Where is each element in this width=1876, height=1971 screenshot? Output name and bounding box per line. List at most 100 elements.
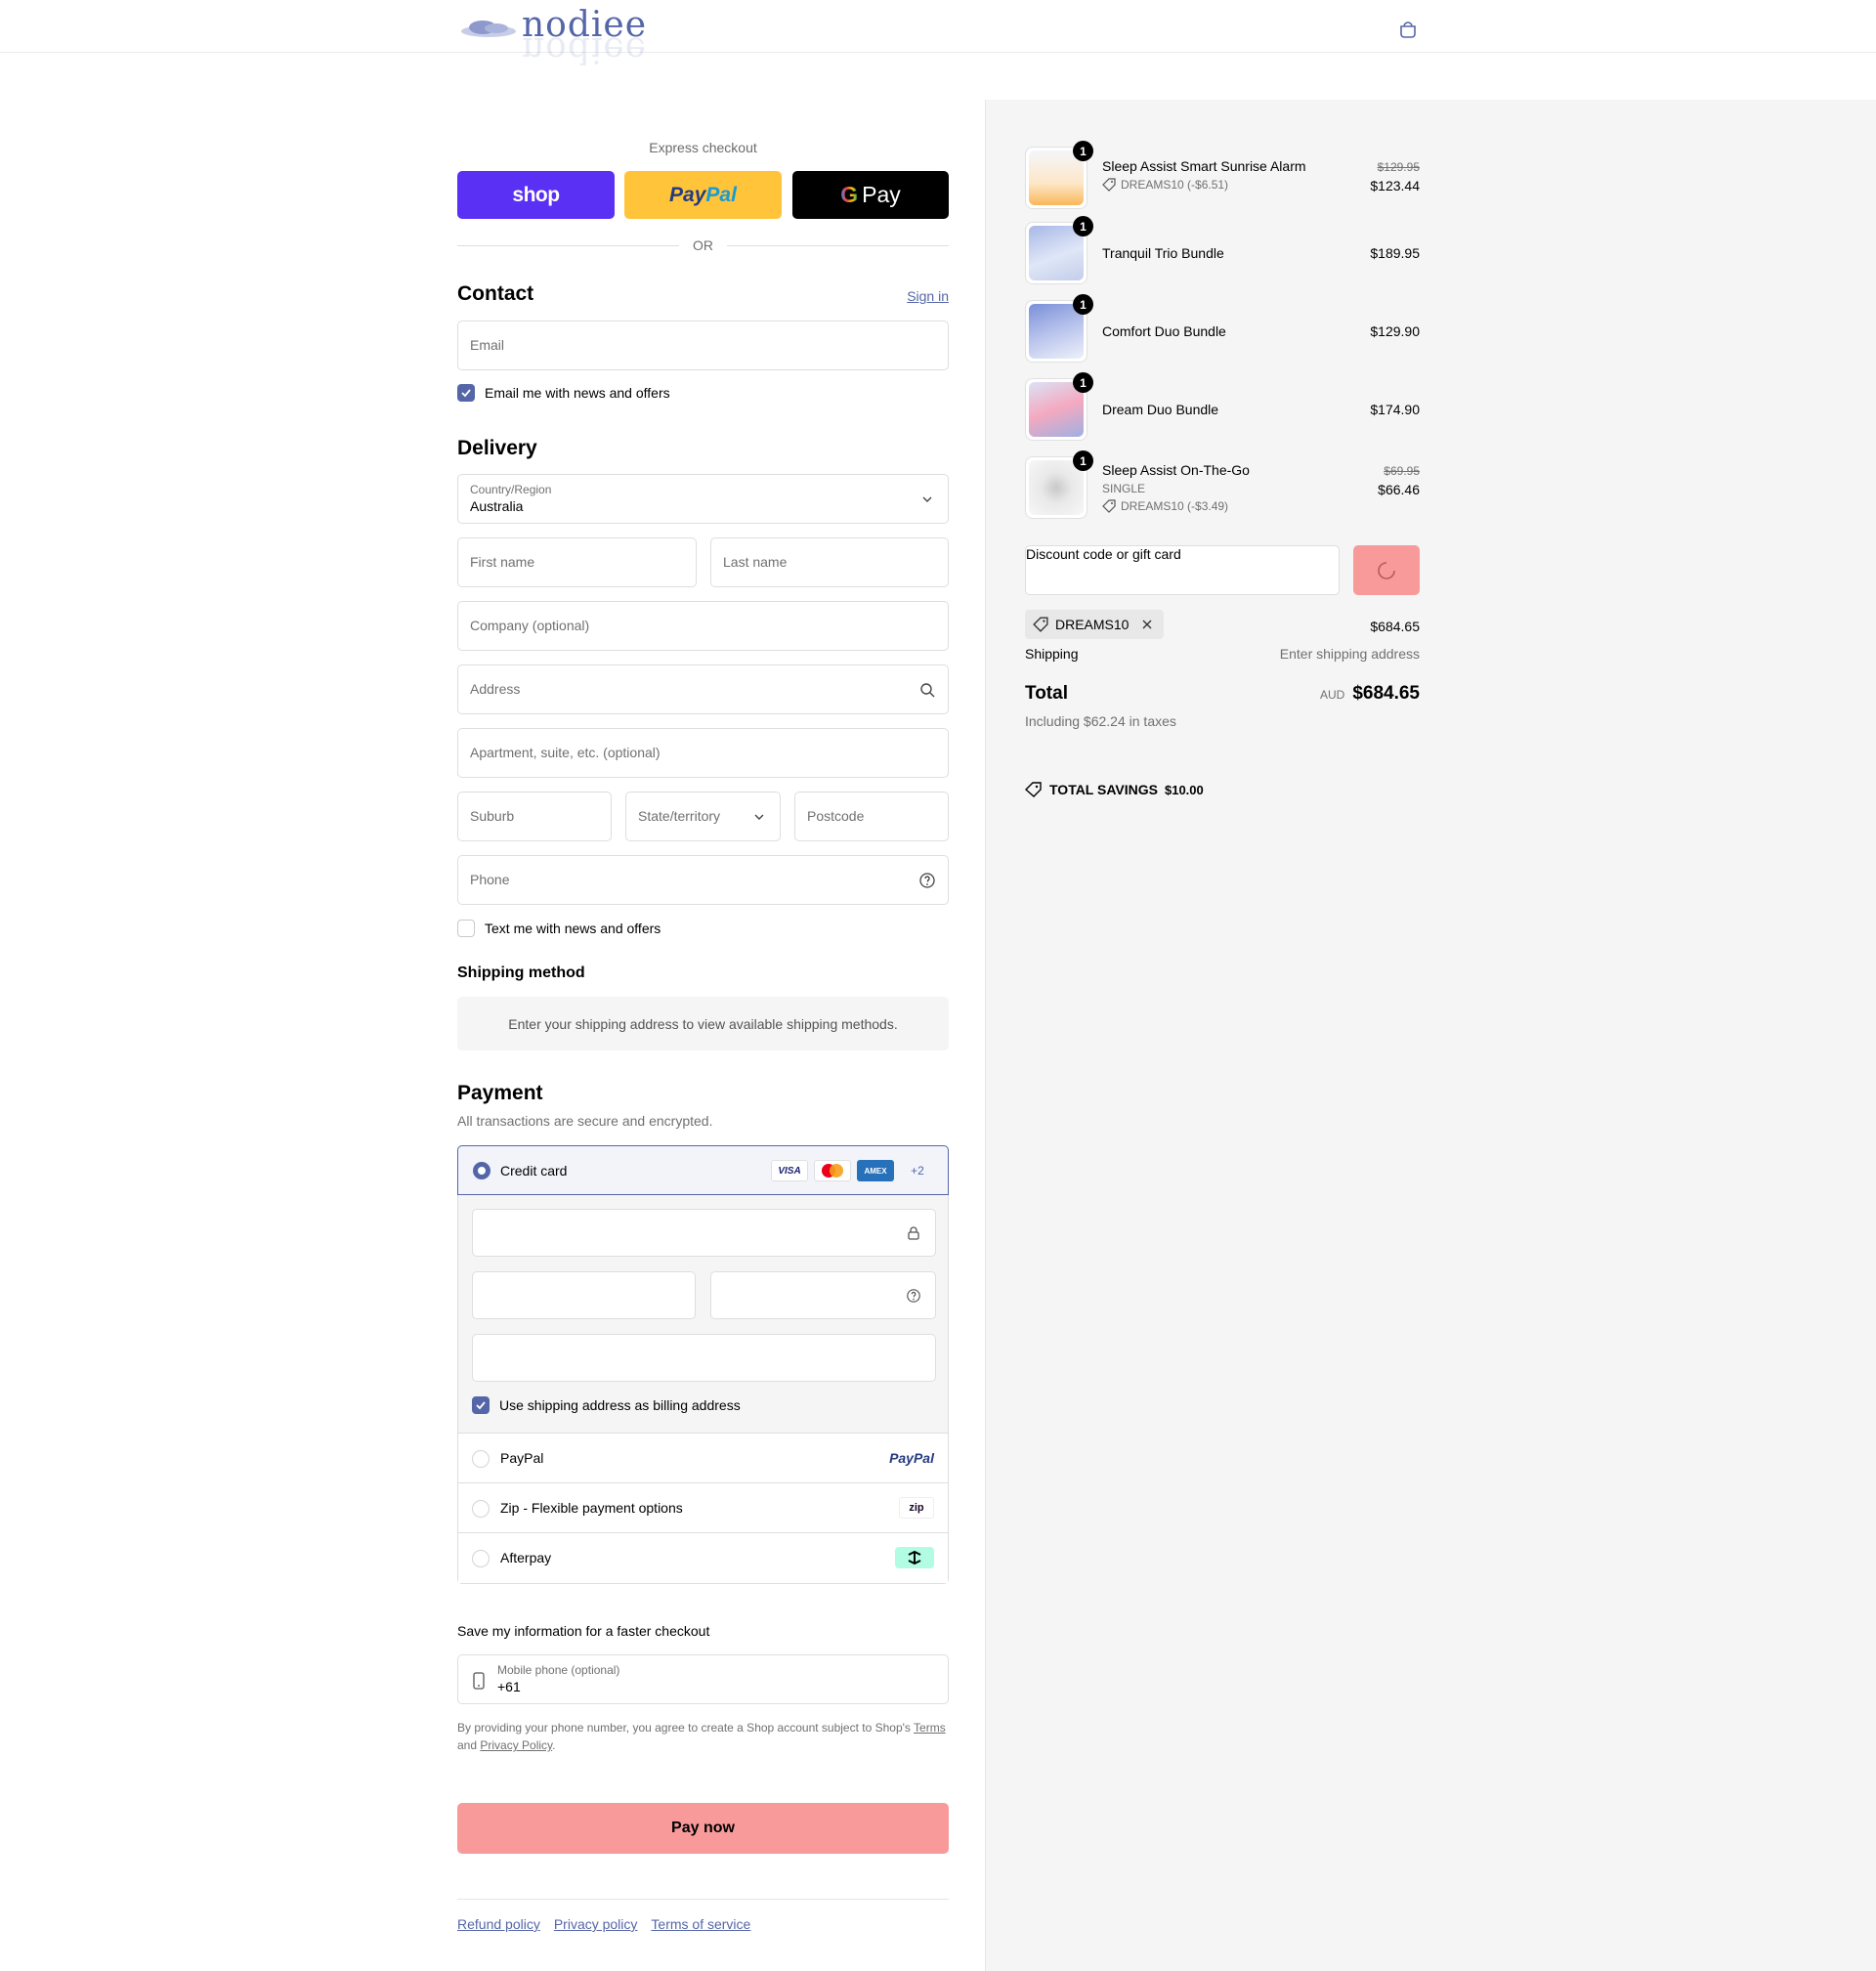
suburb-field[interactable]: Suburb: [457, 792, 612, 841]
text-news-label: Text me with news and offers: [485, 921, 661, 936]
google-pay-button[interactable]: G Pay: [792, 171, 949, 219]
product-discount: DREAMS10 (-$3.49): [1102, 499, 1228, 513]
amex-icon: AMEX: [857, 1160, 894, 1181]
zip-option[interactable]: Zip - Flexible payment options zip: [458, 1483, 948, 1533]
terms-of-service-link[interactable]: Terms of service: [651, 1916, 750, 1932]
phone-placeholder: Phone: [470, 872, 510, 887]
tag-icon: [1033, 617, 1048, 632]
state-select[interactable]: State/territory: [625, 792, 781, 841]
close-icon[interactable]: [1140, 618, 1154, 631]
refund-policy-link[interactable]: Refund policy: [457, 1916, 540, 1932]
text-news-checkbox-row[interactable]: Text me with news and offers: [457, 920, 661, 937]
zip-radio[interactable]: [472, 1500, 490, 1518]
credit-card-option[interactable]: Credit card VISA AMEX +2: [457, 1145, 949, 1195]
company-field[interactable]: Company (optional): [457, 601, 949, 651]
product-price: $189.95: [1370, 245, 1420, 261]
product-variant: SINGLE: [1102, 482, 1146, 495]
payment-methods: Credit card VISA AMEX +2 Use shipping ad…: [457, 1145, 949, 1584]
taxes-note: Including $62.24 in taxes: [1025, 713, 1176, 729]
suburb-placeholder: Suburb: [470, 808, 515, 824]
afterpay-radio[interactable]: [472, 1550, 490, 1567]
card-number-field[interactable]: [472, 1209, 936, 1257]
apply-discount-button[interactable]: [1353, 545, 1420, 595]
currency-code: AUD: [1319, 688, 1345, 702]
total-savings-value: $10.00: [1164, 782, 1204, 797]
bag-icon[interactable]: [1397, 18, 1419, 39]
paypal-express-button[interactable]: Pay Pal: [624, 171, 782, 219]
text-news-checkbox[interactable]: [457, 920, 475, 937]
security-code-field[interactable]: [710, 1271, 936, 1319]
quantity-badge: 1: [1073, 141, 1093, 161]
billing-label: Use shipping address as billing address: [499, 1397, 741, 1413]
last-name-field[interactable]: Last name: [710, 537, 949, 587]
delivery-title: Delivery: [457, 437, 537, 459]
billing-checkbox-row[interactable]: Use shipping address as billing address: [472, 1396, 741, 1414]
credit-card-radio[interactable]: [473, 1162, 490, 1179]
privacy-link[interactable]: Privacy Policy: [480, 1738, 552, 1752]
email-news-checkbox[interactable]: [457, 384, 475, 402]
first-name-field[interactable]: First name: [457, 537, 697, 587]
header: nodiee nodiee: [0, 0, 1876, 69]
shipping-value: Enter shipping address: [1279, 646, 1420, 662]
paypal-option-label: PayPal: [500, 1450, 544, 1466]
total-savings: TOTAL SAVINGS $10.00: [1025, 782, 1204, 797]
billing-checkbox[interactable]: [472, 1396, 490, 1414]
product-name: Sleep Assist Smart Sunrise Alarm: [1102, 158, 1306, 174]
mobile-phone-field[interactable]: Mobile phone (optional) +61: [457, 1654, 949, 1704]
card-fields: Use shipping address as billing address: [458, 1195, 948, 1434]
address-field[interactable]: Address: [457, 664, 949, 714]
expiry-field[interactable]: [472, 1271, 696, 1319]
payment-subtitle: All transactions are secure and encrypte…: [457, 1113, 713, 1129]
line-item: 1 Dream Duo Bundle $174.90: [1025, 372, 1420, 441]
paypal-option[interactable]: PayPal PayPal: [458, 1434, 948, 1483]
country-select[interactable]: Country/Region Australia: [457, 474, 949, 524]
legal-text-b: and: [457, 1738, 481, 1752]
shipping-method-message: Enter your shipping address to view avai…: [457, 997, 949, 1050]
product-price: $129.90: [1370, 323, 1420, 339]
terms-link[interactable]: Terms: [914, 1721, 946, 1735]
check-icon: [476, 1401, 486, 1410]
more-cards-badge: +2: [911, 1164, 924, 1178]
product-discount: DREAMS10 (-$6.51): [1102, 178, 1228, 192]
sign-in-link[interactable]: Sign in: [907, 288, 949, 304]
line-item: 1 Sleep Assist On-The-Go SINGLE DREAMS10…: [1025, 450, 1420, 519]
email-field[interactable]: Email: [457, 321, 949, 370]
address-placeholder: Address: [470, 681, 521, 697]
total-label: Total: [1025, 683, 1068, 704]
first-name-placeholder: First name: [470, 554, 535, 570]
discount-code-field[interactable]: Discount code or gift card: [1025, 545, 1340, 595]
quantity-badge: 1: [1073, 450, 1093, 471]
quantity-badge: 1: [1073, 372, 1093, 393]
phone-field[interactable]: Phone: [457, 855, 949, 905]
product-name: Sleep Assist On-The-Go: [1102, 462, 1250, 478]
cloud-logo-icon: [461, 21, 516, 37]
zip-logo: zip: [899, 1497, 934, 1519]
country-value: Australia: [470, 498, 524, 514]
afterpay-option-label: Afterpay: [500, 1550, 552, 1565]
product-old-price: $129.95: [1377, 160, 1420, 174]
apartment-field[interactable]: Apartment, suite, etc. (optional): [457, 728, 949, 778]
paypal-radio[interactable]: [472, 1450, 490, 1468]
afterpay-option[interactable]: Afterpay: [458, 1533, 948, 1583]
credit-card-label: Credit card: [500, 1163, 568, 1178]
email-news-label: Email me with news and offers: [485, 385, 670, 401]
shop-pay-button[interactable]: shop: [457, 171, 615, 219]
product-discount-text: DREAMS10 (-$6.51): [1121, 178, 1229, 192]
email-news-checkbox-row[interactable]: Email me with news and offers: [457, 384, 670, 402]
product-price: $174.90: [1370, 402, 1420, 417]
logo[interactable]: nodiee nodiee: [459, 6, 674, 70]
help-circle-icon[interactable]: [906, 1288, 921, 1304]
shop-pay-label: shop: [512, 183, 560, 206]
lock-icon: [908, 1226, 919, 1240]
mastercard-icon: [814, 1160, 851, 1181]
email-placeholder: Email: [470, 337, 505, 353]
express-checkout-label: Express checkout: [649, 140, 757, 155]
total-savings-label: TOTAL SAVINGS: [1049, 782, 1158, 797]
company-placeholder: Company (optional): [470, 618, 590, 633]
pay-now-button[interactable]: Pay now: [457, 1803, 949, 1854]
postcode-field[interactable]: Postcode: [794, 792, 949, 841]
help-circle-icon[interactable]: [918, 872, 936, 889]
privacy-policy-link[interactable]: Privacy policy: [554, 1916, 638, 1932]
contact-title: Contact: [457, 282, 534, 305]
name-on-card-field[interactable]: [472, 1334, 936, 1382]
